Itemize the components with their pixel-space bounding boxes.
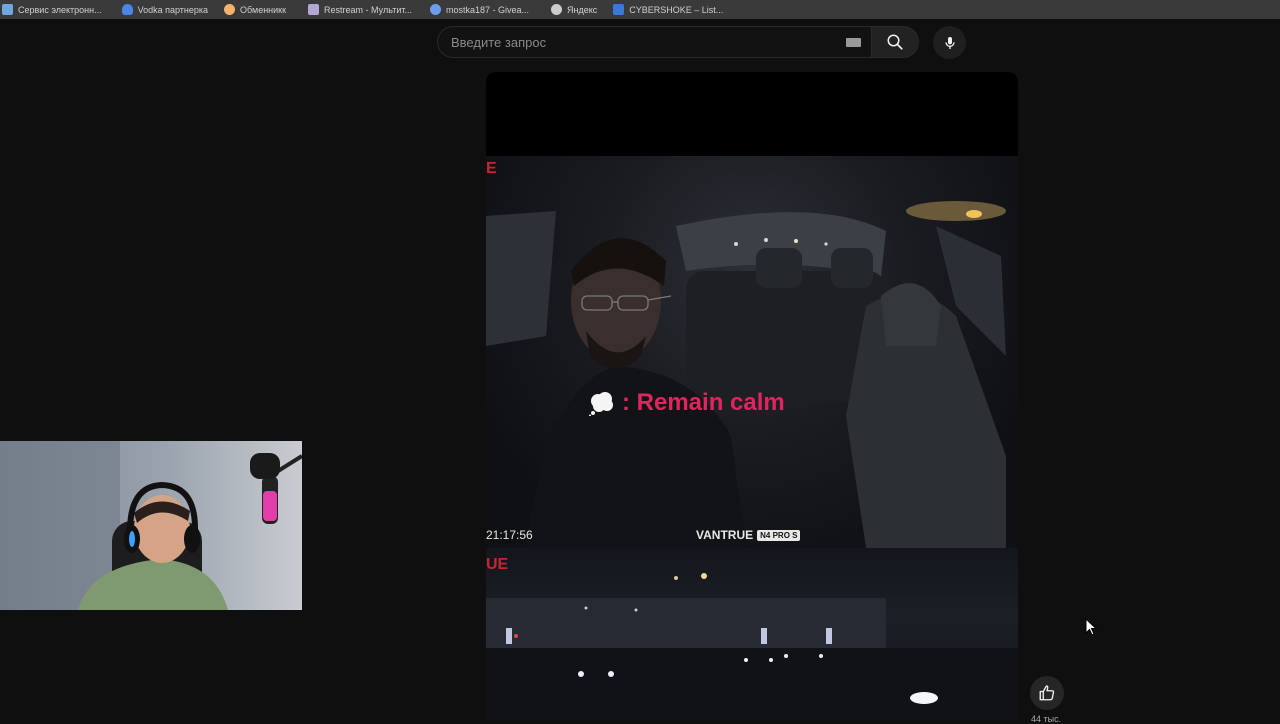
microphone-icon	[944, 36, 955, 49]
brand-model-badge: N4 PRO S	[757, 529, 801, 541]
thumbs-up-icon	[1039, 685, 1055, 701]
video-player[interactable]: : Remain calm E 21:17:56 VANTRUE N4 PRO …	[486, 72, 1018, 720]
brand-name: VANTRUE	[696, 528, 754, 542]
bookmark-item[interactable]: mostka187 - Givea...	[420, 0, 537, 19]
video-caption: : Remain calm	[588, 389, 785, 417]
bookmark-item[interactable]: CYBERSHOKE – List...	[605, 0, 731, 19]
bookmarks-bar: Сервис электронн... Vodka партнерка Обме…	[0, 0, 1280, 19]
bookmark-label: Restream - Мультит...	[324, 4, 412, 15]
watermark-fragment: E	[486, 160, 497, 177]
thought-bubble-icon	[589, 392, 613, 416]
car-interior-scene	[486, 201, 1006, 548]
mouse-cursor-icon	[1085, 618, 1097, 636]
bookmark-item[interactable]: Обменникк	[216, 0, 294, 19]
restream-icon	[308, 4, 320, 15]
interior-camera-view: : Remain calm E 21:17:56 VANTRUE N4 PRO …	[486, 156, 1018, 548]
streamer-webcam	[0, 441, 302, 610]
dashcam-timestamp: 21:17:56	[486, 528, 533, 542]
search-placeholder: Введите запрос	[451, 34, 547, 50]
bookmark-label: Сервис электронн...	[18, 4, 102, 15]
shield-icon	[121, 4, 133, 15]
voice-search-button[interactable]	[933, 26, 966, 59]
search-button[interactable]	[871, 26, 919, 58]
search-input[interactable]: Введите запрос	[437, 26, 871, 58]
watermark-fragment: UE	[486, 556, 509, 573]
bookmark-label: mostka187 - Givea...	[445, 4, 530, 15]
bookmark-item[interactable]: Сервис электронн...	[0, 0, 110, 19]
globe-icon	[429, 4, 441, 15]
globe-icon	[551, 4, 563, 15]
keyboard-icon[interactable]	[846, 38, 861, 47]
page-icon	[2, 4, 13, 15]
streamer-scene	[0, 441, 302, 610]
front-camera-view: UE	[486, 548, 1018, 720]
cybershoke-icon	[613, 4, 625, 15]
bookmark-item[interactable]: Vodka партнерка	[110, 0, 216, 19]
dashcam-brand: VANTRUE N4 PRO S	[696, 528, 801, 542]
bookmark-label: CYBERSHOKE – List...	[629, 4, 724, 15]
road-night-scene	[486, 573, 1018, 720]
search-icon	[887, 34, 903, 50]
bookmark-label: Vodka партнерка	[137, 4, 209, 15]
bookmark-item[interactable]: Restream - Мультит...	[294, 0, 420, 19]
like-count: 44 тыс.	[1031, 714, 1062, 724]
caption-text: : Remain calm	[622, 389, 785, 416]
bookmark-label: Обменникк	[240, 4, 287, 15]
exchange-icon	[224, 4, 236, 15]
bookmark-item[interactable]: Яндекс	[537, 0, 605, 19]
search-bar: Введите запрос	[437, 25, 919, 59]
like-button[interactable]	[1030, 676, 1064, 710]
bookmark-label: Яндекс	[567, 4, 598, 15]
